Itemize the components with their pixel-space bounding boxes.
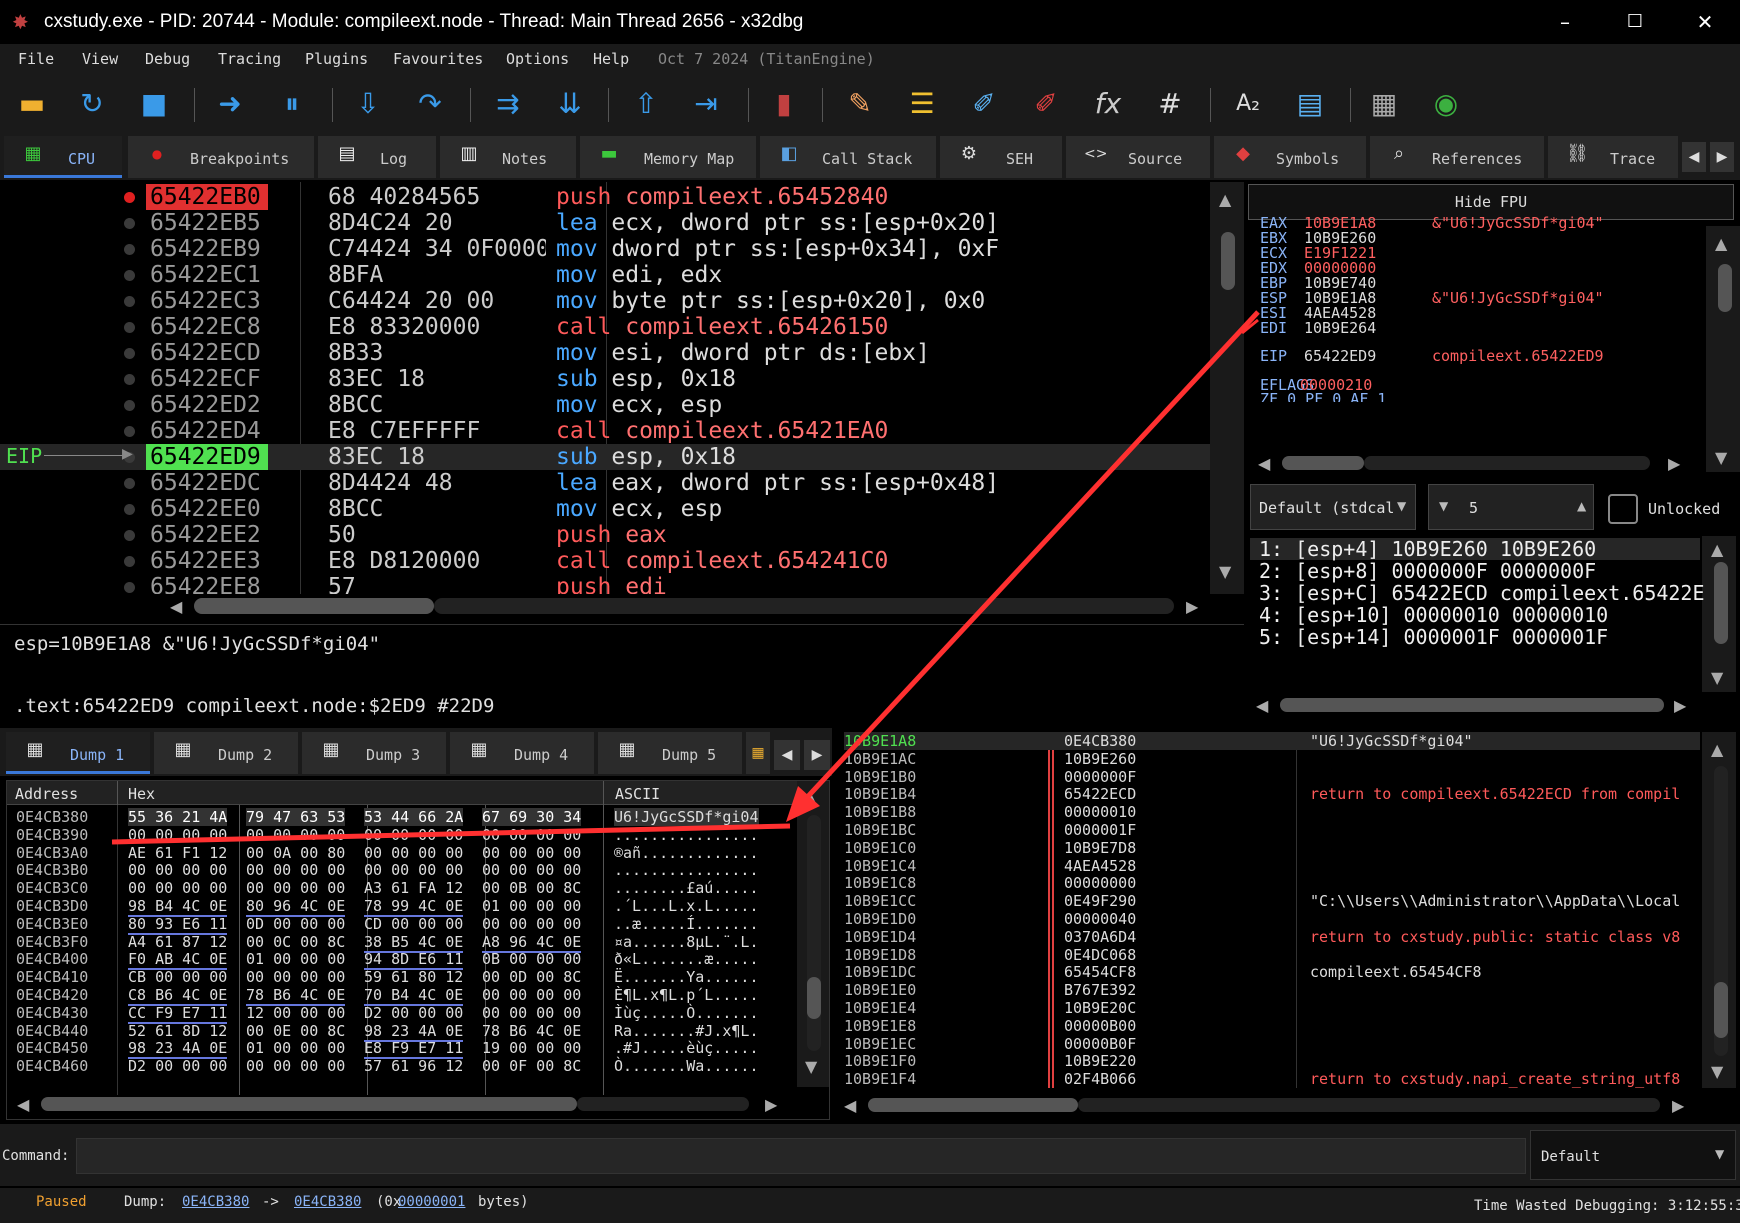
annotation-overlay bbox=[111, 310, 1260, 845]
annotation-arrow-line bbox=[798, 310, 1260, 807]
annotation-underline-dump bbox=[111, 823, 791, 845]
